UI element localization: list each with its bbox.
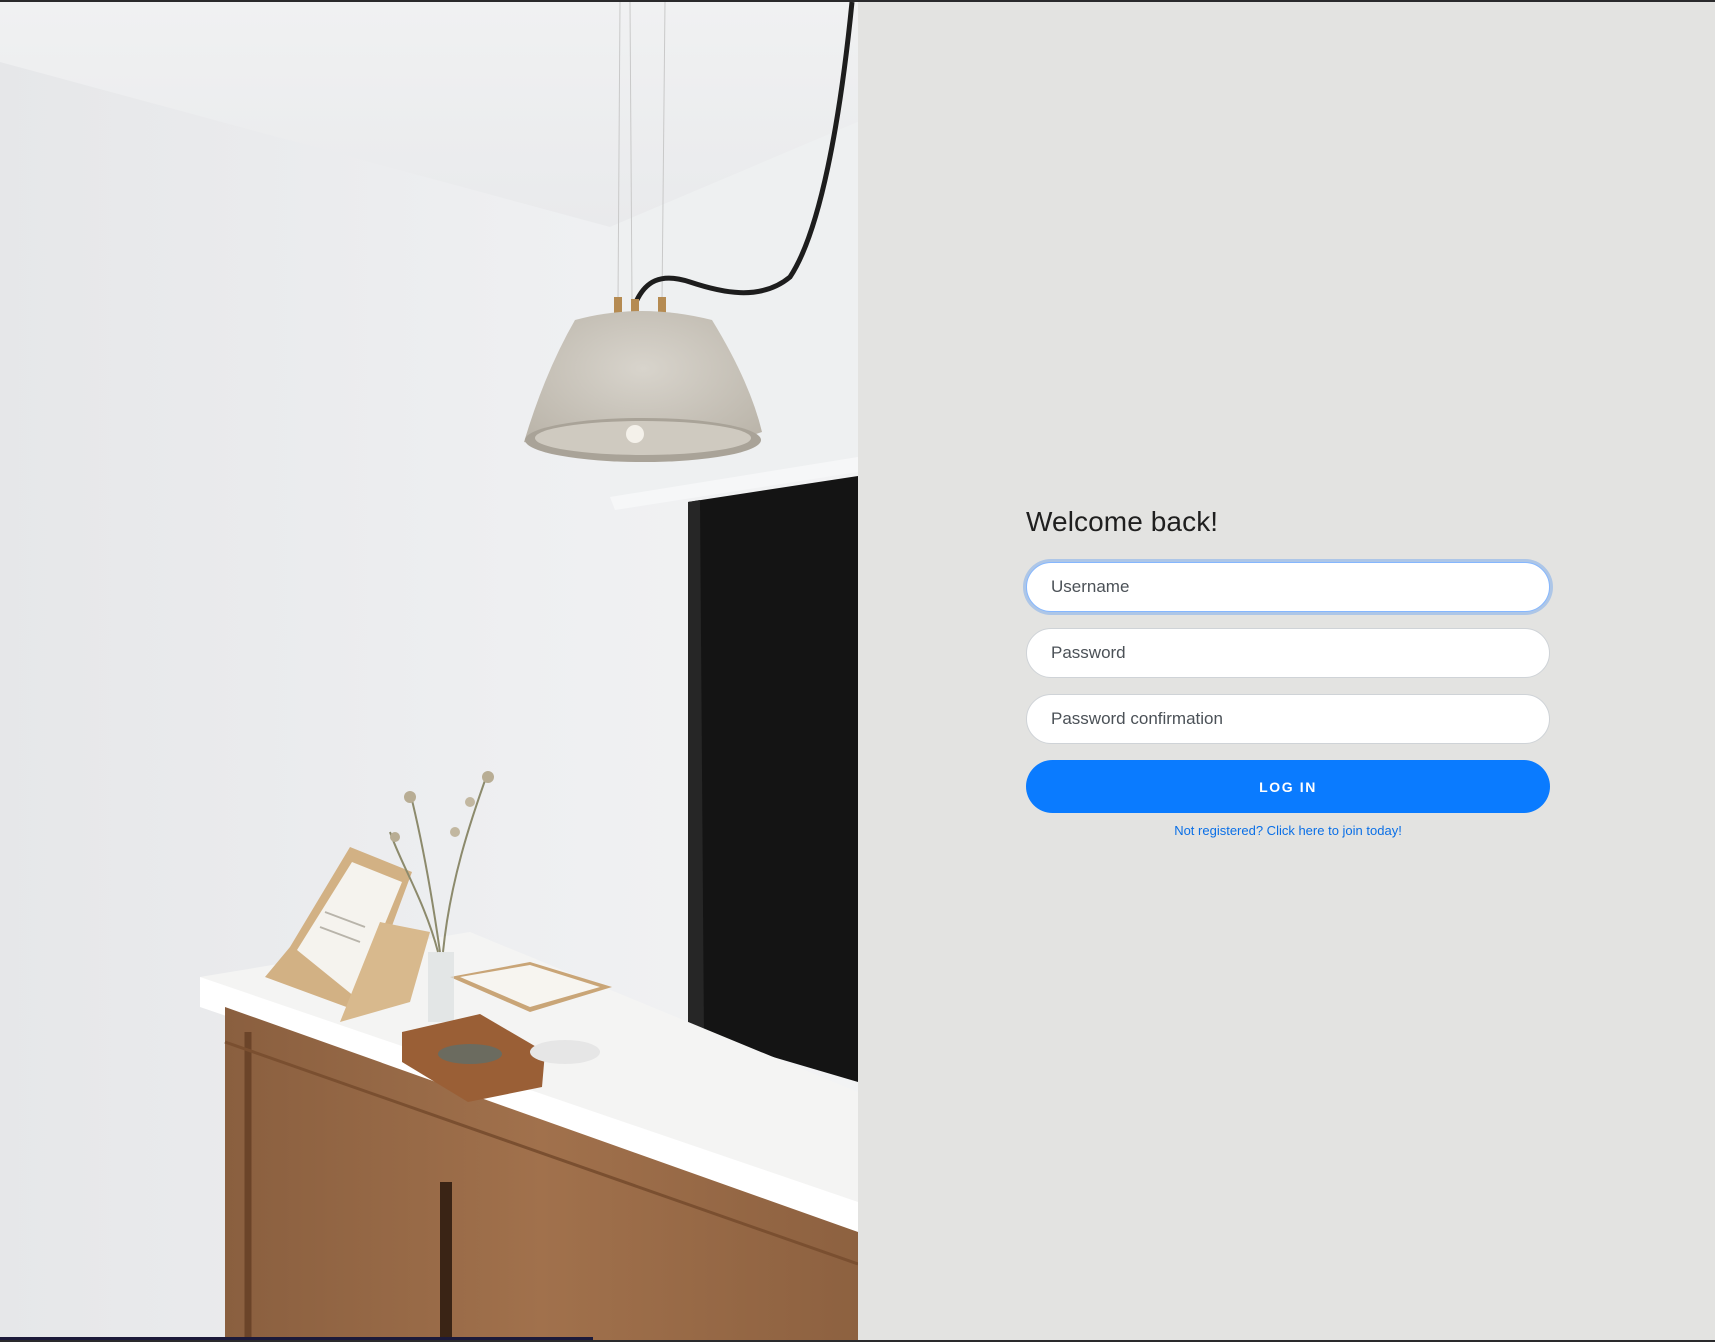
page-title: Welcome back!: [1026, 506, 1219, 537]
bottom-strip: [0, 1337, 593, 1340]
interior-photo: [0, 2, 858, 1340]
password-confirmation-input[interactable]: [1026, 694, 1550, 744]
password-input[interactable]: [1026, 628, 1550, 678]
login-button[interactable]: LOG IN: [1026, 760, 1550, 813]
login-panel: Welcome back! LOG IN Not registered? Cli…: [858, 2, 1715, 1340]
register-link[interactable]: Not registered? Click here to join today…: [1026, 823, 1550, 838]
username-input[interactable]: [1026, 562, 1550, 612]
page-frame: Welcome back! LOG IN Not registered? Cli…: [0, 2, 1715, 1340]
login-form: Welcome back! LOG IN Not registered? Cli…: [1026, 502, 1550, 838]
